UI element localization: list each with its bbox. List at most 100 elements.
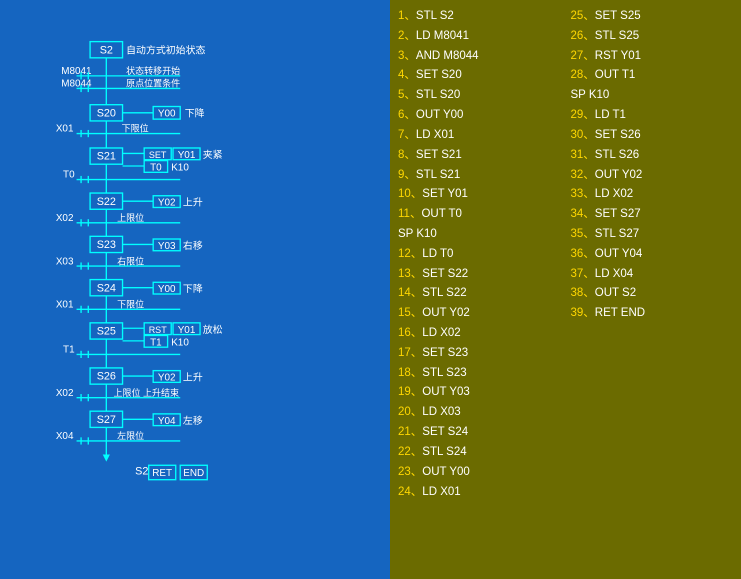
svg-text:RST: RST [149,325,168,335]
instruction-line: SP K10 [398,226,561,244]
svg-text:S25: S25 [97,326,116,338]
instruction-line: 3、AND M8044 [398,48,561,66]
svg-text:下降: 下降 [183,282,203,295]
svg-text:S2: S2 [135,465,148,477]
svg-text:X01: X01 [56,124,74,135]
instruction-line: 37、LD X04 [571,266,734,284]
svg-text:状态转移开始: 状态转移开始 [126,65,180,76]
ladder-diagram: S2 自动方式初始状态 M8041 状态转移开始 M8044 原点位置条件 S2… [36,0,356,579]
svg-text:K10: K10 [171,163,189,174]
svg-text:X02: X02 [56,388,74,399]
svg-text:原点位置条件: 原点位置条件 [126,78,180,89]
svg-text:X03: X03 [56,256,74,267]
svg-text:END: END [183,468,204,479]
svg-text:Y00: Y00 [158,284,176,295]
instruction-line: 10、SET Y01 [398,186,561,204]
svg-text:S22: S22 [97,196,116,208]
instruction-line: 9、STL S21 [398,167,561,185]
instruction-line: 23、OUT Y00 [398,464,561,482]
instruction-line: 31、STL S26 [571,147,734,165]
instruction-line: 20、LD X03 [398,404,561,422]
instruction-line: 18、STL S23 [398,365,561,383]
instruction-line: 36、OUT Y04 [571,246,734,264]
instruction-line: 15、OUT Y02 [398,305,561,323]
instruction-line: 26、STL S25 [571,28,734,46]
svg-text:夹紧: 夹紧 [203,148,223,161]
instruction-line: 22、STL S24 [398,444,561,462]
instruction-line: 1、STL S2 [398,8,561,26]
instruction-line: 21、SET S24 [398,424,561,442]
instruction-line: 32、OUT Y02 [571,167,734,185]
svg-text:右移: 右移 [183,239,203,252]
instruction-line: 17、SET S23 [398,345,561,363]
instruction-line: 6、OUT Y00 [398,107,561,125]
instruction-line: 5、STL S20 [398,87,561,105]
instruction-line: 25、SET S25 [571,8,734,26]
svg-text:自动方式初始状态: 自动方式初始状态 [126,43,205,56]
svg-text:T1: T1 [63,345,75,356]
svg-text:Y01: Y01 [178,325,196,336]
instruction-line: 29、LD T1 [571,107,734,125]
right-panel: 1、STL S2 2、LD M8041 3、AND M80444、SET S20 5、… [390,0,741,579]
svg-text:S20: S20 [97,107,116,119]
instruction-line: 28、OUT T1 [571,67,734,85]
svg-text:K10: K10 [171,337,189,348]
svg-text:M8044: M8044 [61,79,92,90]
svg-text:RET: RET [152,468,172,479]
svg-text:Y03: Y03 [158,241,176,252]
svg-text:下限位: 下限位 [117,299,144,310]
svg-text:Y02: Y02 [158,198,176,209]
svg-text:S23: S23 [97,239,116,251]
svg-text:上升: 上升 [183,372,203,384]
svg-text:上限位 上升结束: 上限位 上升结束 [114,387,180,398]
svg-text:Y02: Y02 [158,373,176,384]
svg-text:S27: S27 [97,414,116,426]
instruction-line: 16、LD X02 [398,325,561,343]
instruction-col-1: 1、STL S2 2、LD M8041 3、AND M80444、SET S20 5、… [398,8,561,571]
left-panel: S2 自动方式初始状态 M8041 状态转移开始 M8044 原点位置条件 S2… [0,0,390,579]
instruction-line: 7、LD X01 [398,127,561,145]
svg-text:左限位: 左限位 [117,430,144,441]
instruction-line: 38、OUT S2 [571,285,734,303]
instruction-line: 19、OUT Y03 [398,384,561,402]
svg-text:上升: 上升 [183,197,203,209]
instruction-line: 34、SET S27 [571,206,734,224]
svg-text:S26: S26 [97,371,116,383]
svg-text:下限位: 下限位 [122,123,149,134]
svg-text:右限位: 右限位 [117,255,144,266]
instruction-line: 35、STL S27 [571,226,734,244]
svg-text:T0: T0 [63,170,75,181]
svg-text:上限位: 上限位 [117,212,144,223]
svg-text:X02: X02 [56,213,74,224]
svg-text:T1: T1 [150,337,162,348]
instruction-line: 24、LD X01 [398,484,561,502]
instruction-line: 14、STL S22 [398,285,561,303]
instruction-line: 13、SET S22 [398,266,561,284]
svg-text:Y04: Y04 [158,416,176,427]
instruction-line: SP K10 [571,87,734,105]
svg-text:SET: SET [149,150,167,160]
svg-text:M8041: M8041 [61,66,92,77]
svg-text:T0: T0 [150,163,162,174]
instruction-line: 39、RET END [571,305,734,323]
instruction-list: 1、STL S2 2、LD M8041 3、AND M80444、SET S20 5、… [398,8,733,571]
instruction-line: 8、SET S21 [398,147,561,165]
instruction-col-2: 25、SET S25 26、STL S25 27、RST Y0128、OUT T1 S… [571,8,734,571]
svg-text:放松: 放松 [203,323,223,336]
svg-text:Y00: Y00 [158,108,176,119]
instruction-line: 4、SET S20 [398,67,561,85]
svg-text:Y01: Y01 [178,150,196,161]
instruction-line: 11、OUT T0 [398,206,561,224]
instruction-line: 27、RST Y01 [571,48,734,66]
svg-text:S2: S2 [100,44,113,56]
instruction-line: 12、LD T0 [398,246,561,264]
instruction-line: 2、LD M8041 [398,28,561,46]
svg-text:X04: X04 [56,431,74,442]
svg-text:下降: 下降 [185,106,205,119]
svg-text:X01: X01 [56,300,74,311]
instruction-line: 30、SET S26 [571,127,734,145]
svg-text:S24: S24 [97,282,116,294]
instruction-line: 33、LD X02 [571,186,734,204]
svg-text:左移: 左移 [183,414,203,427]
svg-text:S21: S21 [97,151,116,163]
